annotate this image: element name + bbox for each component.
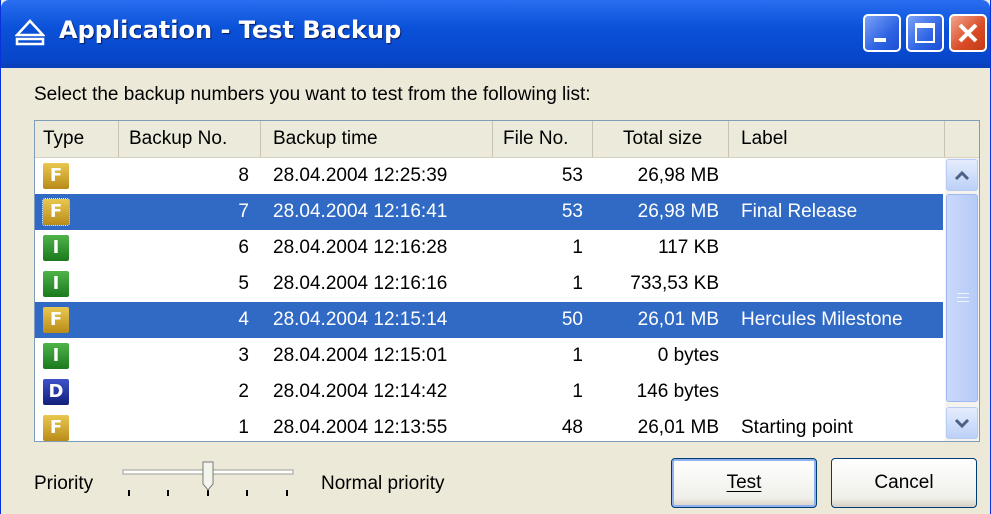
column-header-backup-time[interactable]: Backup time: [261, 121, 493, 157]
file-no-cell: 50: [561, 309, 583, 330]
label-cell: [741, 266, 941, 302]
column-header-total-size[interactable]: Total size: [593, 121, 729, 157]
table-row[interactable]: D 2 28.04.2004 12:14:42 1 146 bytes: [35, 374, 943, 410]
backup-no-cell: 2: [238, 381, 249, 402]
backup-time-cell: 28.04.2004 12:14:42: [273, 381, 448, 402]
backup-type-icon: F: [43, 163, 69, 189]
total-size-cell: 733,53 KB: [630, 273, 719, 294]
test-backup-window: Application - Test Backup Select the bac…: [0, 0, 991, 514]
file-no-cell: 1: [572, 381, 583, 402]
table-row[interactable]: F 1 28.04.2004 12:13:55 48 26,01 MB Star…: [35, 410, 943, 441]
maximize-icon: [915, 23, 935, 43]
backup-no-cell: 7: [238, 201, 249, 222]
backup-no-cell: 5: [238, 273, 249, 294]
scroll-up-button[interactable]: [946, 159, 978, 191]
table-row[interactable]: I 6 28.04.2004 12:16:28 1 117 KB: [35, 230, 943, 266]
table-row[interactable]: F 4 28.04.2004 12:15:14 50 26,01 MB Herc…: [35, 302, 943, 338]
table-row[interactable]: I 3 28.04.2004 12:15:01 1 0 bytes: [35, 338, 943, 374]
backup-type-icon: I: [43, 235, 69, 261]
file-no-cell: 1: [572, 273, 583, 294]
label-cell: [741, 374, 941, 410]
list-header: Type Backup No. Backup time File No. Tot…: [35, 121, 979, 158]
backup-no-cell: 3: [238, 345, 249, 366]
scroll-thumb[interactable]: [946, 194, 978, 402]
label-cell: [741, 158, 941, 194]
backup-no-cell: 1: [238, 417, 249, 438]
cancel-button-label: Cancel: [874, 472, 934, 493]
backup-no-cell: 4: [238, 309, 249, 330]
test-button-label: Test: [726, 472, 762, 493]
slider-ticks: [128, 490, 288, 496]
backup-time-cell: 28.04.2004 12:15:01: [273, 345, 448, 366]
backup-time-cell: 28.04.2004 12:15:14: [273, 309, 448, 330]
title-bar[interactable]: Application - Test Backup: [1, 0, 990, 68]
maximize-button[interactable]: [906, 14, 944, 52]
close-icon: [958, 23, 978, 43]
backup-no-cell: 6: [238, 237, 249, 258]
label-cell: Starting point: [741, 417, 853, 438]
slider-thumb[interactable]: [202, 461, 214, 491]
minimize-button[interactable]: [863, 14, 901, 52]
label-cell: [741, 230, 941, 266]
file-no-cell: 53: [561, 201, 583, 222]
backup-type-icon: F: [42, 198, 70, 226]
table-row[interactable]: F 8 28.04.2004 12:25:39 53 26,98 MB: [35, 158, 943, 194]
scroll-down-button[interactable]: [946, 407, 978, 439]
instruction-text: Select the backup numbers you want to te…: [34, 84, 591, 105]
priority-value: Normal priority: [321, 473, 445, 494]
backup-type-icon: I: [43, 271, 69, 297]
eject-icon: [15, 19, 45, 46]
backup-type-icon: F: [43, 307, 69, 333]
test-button[interactable]: Test: [671, 458, 817, 508]
file-no-cell: 48: [561, 417, 583, 438]
chevron-up-icon: [954, 170, 970, 181]
minimize-icon: [874, 38, 886, 42]
table-row[interactable]: I 5 28.04.2004 12:16:16 1 733,53 KB: [35, 266, 943, 302]
backup-time-cell: 28.04.2004 12:13:55: [273, 417, 448, 438]
file-no-cell: 1: [572, 345, 583, 366]
close-button[interactable]: [949, 14, 987, 52]
total-size-cell: 26,01 MB: [637, 309, 719, 330]
total-size-cell: 26,01 MB: [637, 417, 719, 438]
column-header-label[interactable]: Label: [729, 121, 945, 157]
chevron-down-icon: [954, 418, 970, 429]
total-size-cell: 0 bytes: [657, 345, 719, 366]
backup-type-icon: D: [43, 379, 69, 405]
label-cell: [741, 338, 941, 374]
backup-time-cell: 28.04.2004 12:16:16: [273, 273, 448, 294]
backup-time-cell: 28.04.2004 12:16:28: [273, 237, 448, 258]
vertical-scrollbar[interactable]: [945, 158, 979, 441]
backup-no-cell: 8: [238, 165, 249, 186]
backup-list[interactable]: Type Backup No. Backup time File No. Tot…: [34, 120, 980, 442]
window-title: Application - Test Backup: [59, 16, 402, 44]
column-header-type[interactable]: Type: [35, 121, 119, 157]
total-size-cell: 26,98 MB: [637, 201, 719, 222]
priority-slider[interactable]: [119, 460, 299, 500]
total-size-cell: 146 bytes: [636, 381, 719, 402]
table-row[interactable]: F 7 28.04.2004 12:16:41 53 26,98 MB Fina…: [35, 194, 943, 230]
label-cell: Final Release: [741, 201, 858, 222]
total-size-cell: 117 KB: [658, 237, 719, 258]
backup-type-icon: F: [43, 415, 69, 441]
backup-type-icon: I: [43, 343, 69, 369]
file-no-cell: 53: [561, 165, 583, 186]
label-cell: Hercules Milestone: [741, 309, 903, 330]
column-header-backup-no[interactable]: Backup No.: [119, 121, 261, 157]
backup-time-cell: 28.04.2004 12:16:41: [273, 201, 448, 222]
file-no-cell: 1: [572, 237, 583, 258]
backup-time-cell: 28.04.2004 12:25:39: [273, 165, 448, 186]
total-size-cell: 26,98 MB: [637, 165, 719, 186]
cancel-button[interactable]: Cancel: [831, 458, 977, 508]
column-header-file-no[interactable]: File No.: [493, 121, 593, 157]
priority-label: Priority: [34, 473, 94, 494]
